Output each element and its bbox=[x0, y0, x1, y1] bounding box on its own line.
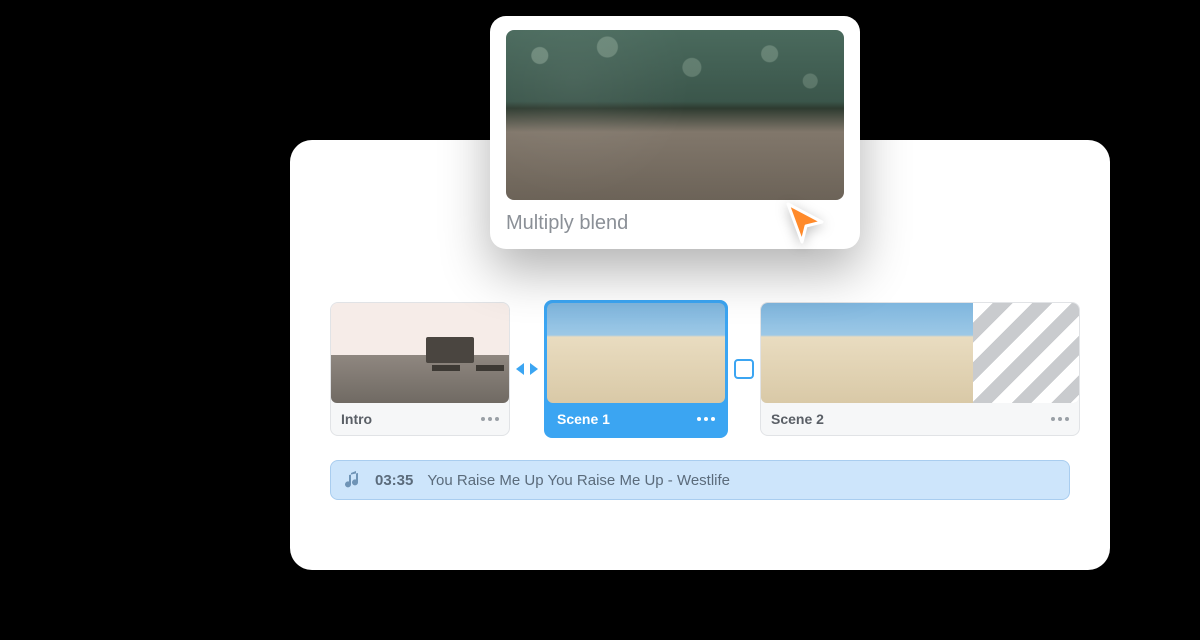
scene-label: Scene 1 bbox=[557, 411, 610, 427]
scene-card-scene-2[interactable]: Scene 2 bbox=[760, 302, 1080, 436]
transition-preview-card[interactable]: Multiply blend bbox=[490, 16, 860, 249]
audio-time: 03:35 bbox=[375, 472, 413, 489]
scene-thumbnail bbox=[331, 303, 509, 403]
scene-label: Intro bbox=[341, 411, 372, 427]
more-icon[interactable] bbox=[1051, 417, 1069, 421]
transition-preview-label: Multiply blend bbox=[506, 212, 844, 235]
music-note-icon bbox=[345, 471, 361, 489]
scene-footer: Intro bbox=[331, 403, 509, 435]
scene-footer: Scene 2 bbox=[761, 403, 1079, 435]
scene-thumbnail bbox=[547, 303, 725, 403]
transition-preview-thumbnail bbox=[506, 30, 844, 200]
scene-footer: Scene 1 bbox=[547, 403, 725, 435]
timeline: Intro Scene 1 bbox=[330, 300, 1080, 438]
more-icon[interactable] bbox=[481, 417, 499, 421]
audio-track[interactable]: 03:35 You Raise Me Up You Raise Me Up - … bbox=[330, 460, 1070, 500]
transition-arrows-icon[interactable] bbox=[516, 358, 538, 380]
scene-card-scene-1[interactable]: Scene 1 bbox=[544, 300, 728, 438]
audio-title: You Raise Me Up You Raise Me Up - Westli… bbox=[427, 472, 730, 489]
scene-thumbnail bbox=[761, 303, 1079, 403]
scene-label: Scene 2 bbox=[771, 411, 824, 427]
transition-empty-icon[interactable] bbox=[734, 359, 754, 379]
more-icon[interactable] bbox=[697, 417, 715, 421]
scene-card-intro[interactable]: Intro bbox=[330, 302, 510, 436]
